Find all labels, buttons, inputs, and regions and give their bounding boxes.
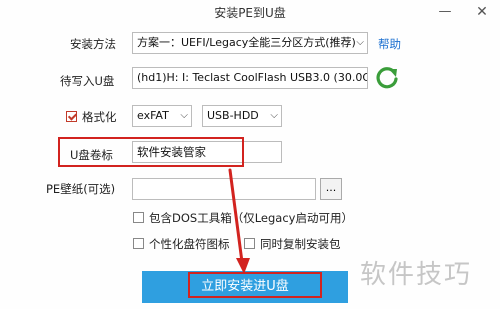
close-button[interactable]: ✕ [474, 4, 490, 20]
filesystem-select[interactable]: exFAT ⌵ [132, 105, 192, 127]
target-drive-value: (hd1)H: I: Teclast CoolFlash USB3.0 (30.… [137, 71, 368, 84]
custom-drive-icon-label: 个性化盘符图标 [149, 237, 230, 251]
minimize-button[interactable]: — [437, 4, 453, 19]
install-button-highlight [188, 272, 322, 298]
wallpaper-label: PE壁纸(可选) [46, 182, 116, 196]
format-checkbox[interactable] [66, 111, 77, 122]
format-label: 格式化 [82, 110, 117, 124]
browse-button[interactable]: ... [320, 178, 342, 200]
chevron-down-icon: ⌵ [180, 110, 188, 121]
custom-drive-icon-checkbox[interactable] [133, 238, 144, 249]
chevron-down-icon: ⌵ [270, 110, 278, 121]
window-title: 安装PE到U盘 [214, 6, 286, 20]
title-bar: 安装PE到U盘 — ✕ [0, 0, 500, 28]
copy-package-checkbox[interactable] [244, 238, 255, 249]
target-drive-label: 待写入U盘 [60, 74, 115, 88]
target-drive-select[interactable]: (hd1)H: I: Teclast CoolFlash USB3.0 (30.… [132, 67, 368, 89]
volume-label-highlight [58, 137, 244, 167]
dos-toolbox-label: 包含DOS工具箱（仅Legacy启动可用） [149, 211, 353, 225]
filesystem-value: exFAT [137, 109, 169, 122]
copy-package-label: 同时复制安装包 [260, 237, 341, 251]
boot-mode-select[interactable]: USB-HDD ⌵ [202, 105, 282, 127]
install-method-label: 安装方法 [70, 37, 116, 51]
refresh-icon[interactable] [375, 66, 399, 90]
help-link[interactable]: 帮助 [378, 36, 401, 52]
dos-toolbox-checkbox[interactable] [133, 212, 144, 223]
wallpaper-input[interactable] [132, 178, 316, 200]
boot-mode-value: USB-HDD [207, 109, 259, 122]
install-method-select[interactable]: 方案一：UEFI/Legacy全能三分区方式(推荐) ⌵ [132, 32, 368, 54]
chevron-down-icon: ⌵ [356, 37, 364, 48]
install-method-value: 方案一：UEFI/Legacy全能三分区方式(推荐) [137, 36, 356, 49]
pe-installer-window: 安装PE到U盘 — ✕ 安装方法 方案一：UEFI/Legacy全能三分区方式(… [0, 0, 500, 309]
watermark-text: 软件技巧 [360, 260, 473, 290]
